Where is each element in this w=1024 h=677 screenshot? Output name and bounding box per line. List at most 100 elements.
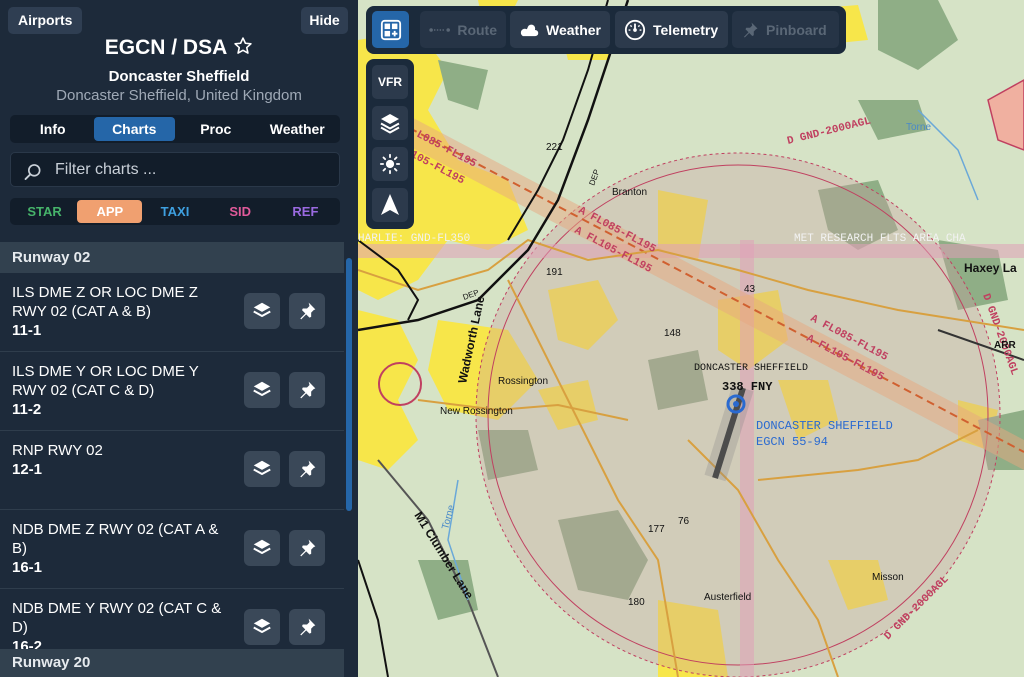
- cloud-sun-icon: [520, 24, 539, 36]
- chart-search: [10, 152, 340, 187]
- airport-location: Doncaster Sheffield, United Kingdom: [56, 87, 302, 104]
- airport-name: Doncaster Sheffield: [108, 68, 250, 85]
- met-area-label: MET RESEARCH FLTS AREA CHA: [794, 233, 966, 245]
- spot-height: 148: [664, 328, 681, 339]
- pinboard-button[interactable]: Pinboard: [732, 11, 839, 48]
- layout-button[interactable]: [372, 11, 409, 48]
- river-label: Torne: [906, 122, 931, 133]
- chart-list: Runway 02 ILS DME Z OR LOC DME Z RWY 02 …: [0, 242, 344, 677]
- chart-row[interactable]: ILS DME Z OR LOC DME Z RWY 02 (CAT A & B…: [0, 273, 344, 352]
- section-header-runway-20: Runway 20: [0, 649, 344, 677]
- chart-title: RNP RWY 02: [12, 442, 103, 459]
- pin-chart-button[interactable]: [289, 451, 325, 487]
- follow-aircraft-button[interactable]: [372, 188, 408, 222]
- spot-height: 180: [628, 597, 645, 608]
- pin-chart-button[interactable]: [289, 530, 325, 566]
- map-layers-button[interactable]: [372, 106, 408, 140]
- arrival-label: ARR: [994, 340, 1016, 351]
- layers-icon: [253, 460, 271, 476]
- tab-proc[interactable]: Proc: [175, 117, 257, 141]
- town-label: Misson: [872, 572, 904, 583]
- overlay-chart-button[interactable]: [244, 530, 280, 566]
- airport-code: EGCN / DSA: [104, 36, 228, 59]
- gauge-icon: [624, 19, 646, 40]
- vfr-map[interactable]: A FL085-FL195 A FL105-FL195 A FL085-FL19…: [358, 0, 1024, 677]
- pin-icon: [744, 22, 758, 37]
- hide-button[interactable]: Hide: [301, 7, 348, 34]
- filter-app[interactable]: APP: [77, 200, 143, 223]
- vfr-button[interactable]: VFR: [372, 65, 408, 99]
- section-header-runway-02: Runway 02: [0, 242, 344, 273]
- chart-list-scrollbar[interactable]: [346, 258, 352, 511]
- weather-label: Weather: [546, 21, 601, 38]
- tab-info[interactable]: Info: [12, 117, 94, 141]
- layers-icon: [253, 302, 271, 318]
- overlay-chart-button[interactable]: [244, 451, 280, 487]
- pin-icon: [300, 618, 316, 636]
- layers-icon: [253, 539, 271, 555]
- chart-title-block: NDB DME Y RWY 02 (CAT C & D) 16-2: [12, 599, 227, 656]
- town-label: Austerfield: [704, 592, 751, 603]
- spot-height: 177: [648, 524, 665, 535]
- pin-icon: [300, 381, 316, 399]
- map-canvas: A FL085-FL195 A FL105-FL195 A FL085-FL19…: [358, 0, 1024, 677]
- overlay-chart-button[interactable]: [244, 609, 280, 645]
- charlie-airspace-label: HARLIE: GND-FL350: [358, 233, 470, 245]
- pin-icon: [300, 302, 316, 320]
- airport-map-label: DONCASTER SHEFFIELD: [694, 363, 808, 374]
- chart-title-block: RNP RWY 02 12-1: [12, 441, 227, 479]
- town-label: New Rossington: [440, 406, 513, 417]
- overlay-chart-button[interactable]: [244, 372, 280, 408]
- chart-type-filters: STAR APP TAXI SID REF: [10, 198, 340, 225]
- airport-tabs: Info Charts Proc Weather: [10, 115, 340, 143]
- chart-row[interactable]: NDB DME Z RWY 02 (CAT A & B) 16-1: [0, 510, 344, 589]
- airport-icao-label: EGCN 55-94: [756, 435, 828, 449]
- chart-code: 11-2: [12, 401, 42, 418]
- map-side-tools: VFR: [366, 59, 414, 229]
- road-label: Haxey La: [964, 261, 1017, 275]
- pin-chart-button[interactable]: [289, 372, 325, 408]
- weather-button[interactable]: Weather: [510, 11, 610, 48]
- tab-charts[interactable]: Charts: [93, 117, 175, 141]
- filter-ref[interactable]: REF: [273, 200, 338, 223]
- layers-icon: [380, 114, 400, 134]
- chart-title: ILS DME Z OR LOC DME Z RWY 02 (CAT A & B…: [12, 284, 198, 320]
- filter-taxi[interactable]: TAXI: [142, 200, 207, 223]
- spot-height: 43: [744, 284, 756, 295]
- layout-grid-icon: [380, 19, 401, 40]
- airports-button[interactable]: Airports: [8, 7, 83, 34]
- favorite-star-icon[interactable]: [233, 36, 253, 62]
- chart-code: 16-1: [12, 559, 43, 576]
- tab-weather[interactable]: Weather: [257, 117, 339, 141]
- pin-chart-button[interactable]: [289, 293, 325, 329]
- filter-charts-input[interactable]: [55, 153, 335, 186]
- chart-title-block: ILS DME Z OR LOC DME Z RWY 02 (CAT A & B…: [12, 283, 227, 340]
- pin-icon: [300, 539, 316, 557]
- spot-height: 191: [546, 267, 563, 278]
- sun-icon: [379, 153, 401, 175]
- pin-icon: [300, 460, 316, 478]
- route-button[interactable]: Route: [420, 11, 506, 48]
- chart-row[interactable]: ILS DME Y OR LOC DME Y RWY 02 (CAT C & D…: [0, 352, 344, 431]
- beacon-name-label: DONCASTER SHEFFIELD: [756, 419, 893, 433]
- chart-title: NDB DME Y RWY 02 (CAT C & D): [12, 600, 222, 636]
- overlay-chart-button[interactable]: [244, 293, 280, 329]
- layers-icon: [253, 618, 271, 634]
- brightness-button[interactable]: [372, 147, 408, 181]
- telemetry-label: Telemetry: [653, 21, 719, 38]
- telemetry-button[interactable]: Telemetry: [615, 11, 728, 48]
- filter-sid[interactable]: SID: [208, 200, 273, 223]
- town-label: Rossington: [498, 376, 548, 387]
- chart-title-block: ILS DME Y OR LOC DME Y RWY 02 (CAT C & D…: [12, 362, 227, 419]
- chart-code: 12-1: [12, 461, 43, 478]
- map-toolbar: Route Weather Telemetry Pinboard: [366, 6, 846, 54]
- chart-row[interactable]: RNP RWY 02 12-1: [0, 431, 344, 510]
- beacon-id-label: 338 FNY: [722, 380, 773, 394]
- chart-title: ILS DME Y OR LOC DME Y RWY 02 (CAT C & D…: [12, 363, 199, 399]
- route-label: Route: [457, 21, 497, 38]
- pinboard-label: Pinboard: [766, 21, 827, 38]
- filter-star[interactable]: STAR: [12, 200, 77, 223]
- route-icon: [429, 27, 450, 32]
- chart-title: NDB DME Z RWY 02 (CAT A & B): [12, 521, 219, 557]
- pin-chart-button[interactable]: [289, 609, 325, 645]
